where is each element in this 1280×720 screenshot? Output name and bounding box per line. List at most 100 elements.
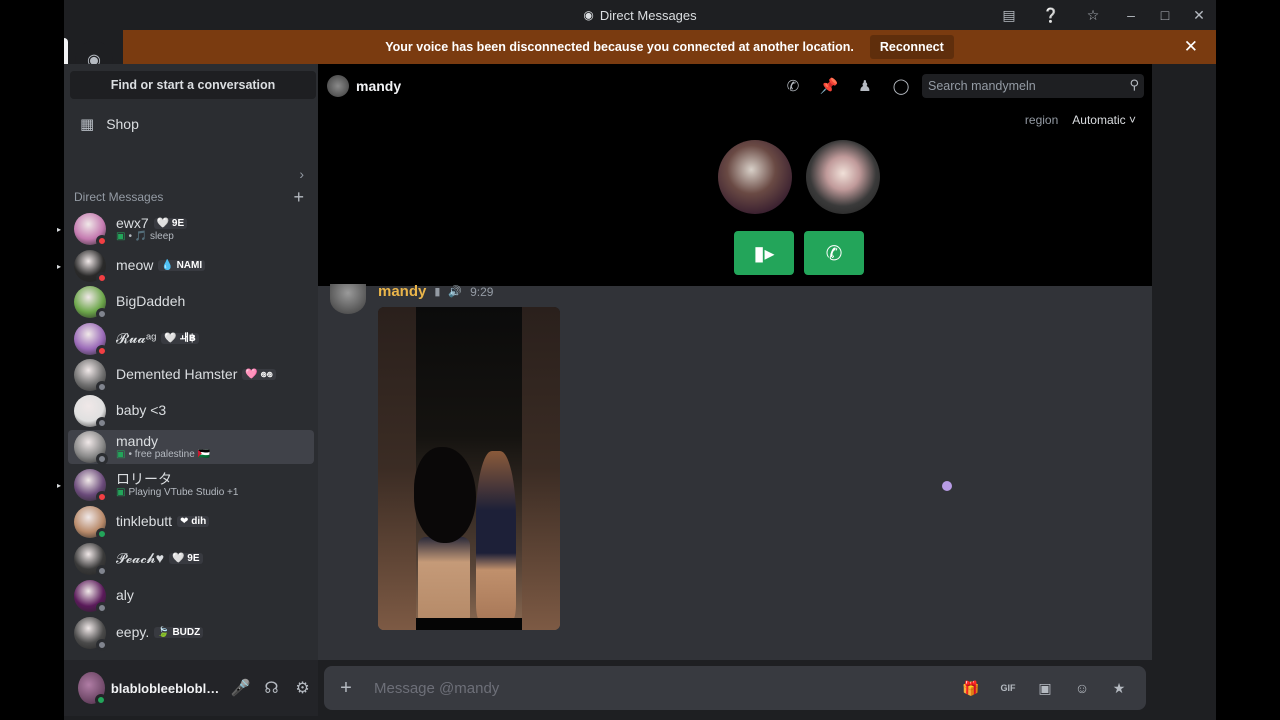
message-header: mandy ▮ 🔊 9:29 bbox=[378, 283, 493, 300]
message-composer[interactable]: + Message @mandy 🎁 GIF ▣ ☺ ★ bbox=[324, 666, 1146, 710]
dm-text: baby <3 bbox=[116, 402, 167, 419]
gift-icon[interactable]: 🎁 bbox=[954, 673, 988, 703]
maximize-button[interactable]: □ bbox=[1148, 0, 1182, 30]
find-conversation-button[interactable]: Find or start a conversation bbox=[70, 71, 316, 99]
status-indicator-icon bbox=[96, 528, 108, 540]
dm-avatar bbox=[74, 359, 108, 393]
mouse-cursor bbox=[938, 475, 952, 491]
message-input[interactable]: Message @mandy bbox=[374, 680, 954, 697]
settings-gear-icon[interactable]: ⚙ bbox=[287, 672, 318, 704]
dm-item[interactable]: 𝓟𝓮𝓪𝓬𝓱♥ 🤍 9E bbox=[68, 542, 314, 577]
activity-icon[interactable]: ☆ bbox=[1072, 0, 1114, 30]
status-indicator-icon bbox=[96, 565, 108, 577]
activity-icon[interactable]: ★ bbox=[1102, 673, 1136, 703]
dm-text: 𝓟𝓮𝓪𝓬𝓱♥ 🤍 9E bbox=[116, 550, 203, 567]
message-list: mandy ▮ 🔊 9:29 bbox=[318, 283, 1152, 660]
dm-item[interactable]: BigDaddeh bbox=[68, 285, 314, 320]
emoji-icon[interactable]: ☺ bbox=[1065, 673, 1099, 703]
dm-item[interactable]: 𝓡𝓾𝓪ᵃᵍ 🤍 ㅙ฿ bbox=[68, 322, 314, 357]
dm-item[interactable]: Demented Hamster 🩷 ๏๏ bbox=[68, 358, 314, 393]
voice-call-icon[interactable]: ✆ bbox=[780, 75, 806, 97]
image-attachment[interactable] bbox=[378, 307, 560, 630]
recipient-name[interactable]: mandy bbox=[356, 78, 401, 94]
close-window-button[interactable]: ✕ bbox=[1182, 0, 1216, 30]
unread-indicator-icon: ▸ bbox=[57, 261, 62, 271]
call-participant-avatar[interactable] bbox=[718, 140, 792, 214]
dm-tag: 🤍 ㅙ฿ bbox=[161, 333, 199, 345]
username[interactable]: blablobleeblobleh... bbox=[111, 681, 225, 696]
status-indicator-icon bbox=[96, 639, 108, 651]
join-call-button[interactable]: ✆ bbox=[804, 231, 864, 275]
status-indicator-icon bbox=[96, 272, 108, 284]
status-indicator-icon bbox=[96, 491, 108, 503]
dm-name-row: Demented Hamster 🩷 ๏๏ bbox=[116, 366, 276, 382]
search-input[interactable]: Search mandymeln ⚲ bbox=[922, 74, 1144, 98]
dm-name: baby <3 bbox=[116, 402, 167, 419]
dm-name-row: meow 💧 NAMI bbox=[116, 257, 206, 273]
phone-icon: ✆ bbox=[825, 242, 843, 265]
region-value: Automatic ˅ bbox=[1072, 113, 1136, 127]
search-placeholder: Search mandymeln bbox=[928, 79, 1036, 93]
dm-name: 𝓟𝓮𝓪𝓬𝓱♥ bbox=[116, 550, 165, 567]
dm-avatar bbox=[74, 543, 108, 577]
dm-activity-text: • free palestine 🇵🇸 bbox=[128, 449, 211, 461]
dm-item[interactable]: mandy ▣ • free palestine 🇵🇸 bbox=[68, 430, 314, 465]
dm-name-row: eepy. 🍃 BUDZ bbox=[116, 624, 204, 640]
dm-header-label: Direct Messages bbox=[74, 190, 164, 204]
message-author[interactable]: mandy bbox=[378, 283, 426, 300]
help-icon[interactable]: ❔ bbox=[1030, 0, 1072, 30]
dm-avatar bbox=[74, 469, 108, 503]
chevron-down-icon: ˅ bbox=[1128, 113, 1136, 127]
window-title: Direct Messages bbox=[599, 7, 697, 23]
call-participant-avatar[interactable] bbox=[806, 140, 880, 214]
dm-name-row: baby <3 bbox=[116, 402, 167, 419]
dm-header: Direct Messages + bbox=[72, 187, 310, 208]
attach-plus-icon[interactable]: + bbox=[324, 677, 368, 700]
microphone-icon[interactable]: 🎤 bbox=[225, 672, 256, 704]
create-dm-icon[interactable]: + bbox=[293, 187, 304, 208]
dm-activity-text: • 🎵 sleep bbox=[128, 231, 174, 243]
pin-icon[interactable]: 📌 bbox=[816, 75, 842, 97]
recipient-avatar[interactable] bbox=[327, 75, 349, 97]
minimize-button[interactable]: – bbox=[1114, 0, 1148, 30]
dm-name-row: 𝓡𝓾𝓪ᵃᵍ 🤍 ㅙ฿ bbox=[116, 330, 199, 346]
dm-item[interactable]: ▸ ewx7 🤍 9E ▣ • 🎵 sleep bbox=[57, 212, 314, 247]
status-indicator-icon bbox=[96, 602, 108, 614]
chevron-right-icon: › bbox=[299, 166, 304, 182]
video-call-button[interactable]: ▮▸ bbox=[734, 231, 794, 275]
dm-name-row: mandy bbox=[116, 433, 210, 449]
collapsed-section[interactable]: › bbox=[72, 164, 310, 186]
dm-item[interactable]: aly bbox=[68, 579, 314, 614]
image-letterbox-right bbox=[522, 307, 560, 630]
photo-floor bbox=[416, 618, 522, 630]
region-selector[interactable]: region Automatic ˅ bbox=[1025, 113, 1136, 127]
sticker-icon[interactable]: ▣ bbox=[1028, 673, 1062, 703]
dm-name-row: ロリータ bbox=[116, 470, 238, 487]
reconnect-button[interactable]: Reconnect bbox=[869, 35, 954, 59]
dm-avatar bbox=[74, 213, 108, 247]
photo-figure bbox=[476, 451, 516, 621]
dm-name: ロリータ bbox=[116, 470, 172, 487]
speaker-icon: 🔊 bbox=[448, 286, 463, 298]
headphones-icon[interactable]: ☊ bbox=[256, 672, 287, 704]
dm-name: ewx7 bbox=[116, 214, 149, 231]
shop-link[interactable]: ▦ Shop bbox=[72, 110, 310, 138]
dm-item[interactable]: ▸ meow 💧 NAMI bbox=[57, 249, 314, 284]
gif-icon[interactable]: GIF bbox=[991, 673, 1025, 703]
header-icons: ✆ 📌 ♟ ◯ bbox=[780, 75, 914, 97]
message-author-avatar[interactable] bbox=[330, 284, 366, 314]
dm-item[interactable]: tinklebutt ❤ dih bbox=[68, 505, 314, 540]
close-icon[interactable]: ✕ bbox=[1184, 37, 1198, 57]
user-profile-icon[interactable]: ◯ bbox=[888, 75, 914, 97]
dm-item[interactable]: baby <3 bbox=[68, 394, 314, 429]
dm-item[interactable]: eepy. 🍃 BUDZ bbox=[68, 616, 314, 651]
title-bar: ◉ Direct Messages ▤ ❔ ☆ – □ ✕ bbox=[64, 0, 1216, 30]
dm-name-row: 𝓟𝓮𝓪𝓬𝓱♥ 🤍 9E bbox=[116, 550, 203, 567]
dm-activity: ▣ • free palestine 🇵🇸 bbox=[116, 449, 210, 460]
add-friends-icon[interactable]: ♟ bbox=[852, 75, 878, 97]
inbox-icon[interactable]: ▤ bbox=[988, 0, 1030, 30]
dm-text: eepy. 🍃 BUDZ bbox=[116, 624, 204, 640]
user-avatar[interactable] bbox=[78, 672, 107, 706]
game-controller-icon: ▣ bbox=[116, 487, 126, 499]
dm-item[interactable]: ▸ ロリータ ▣ Playing VTube Studio +1 bbox=[57, 468, 314, 503]
